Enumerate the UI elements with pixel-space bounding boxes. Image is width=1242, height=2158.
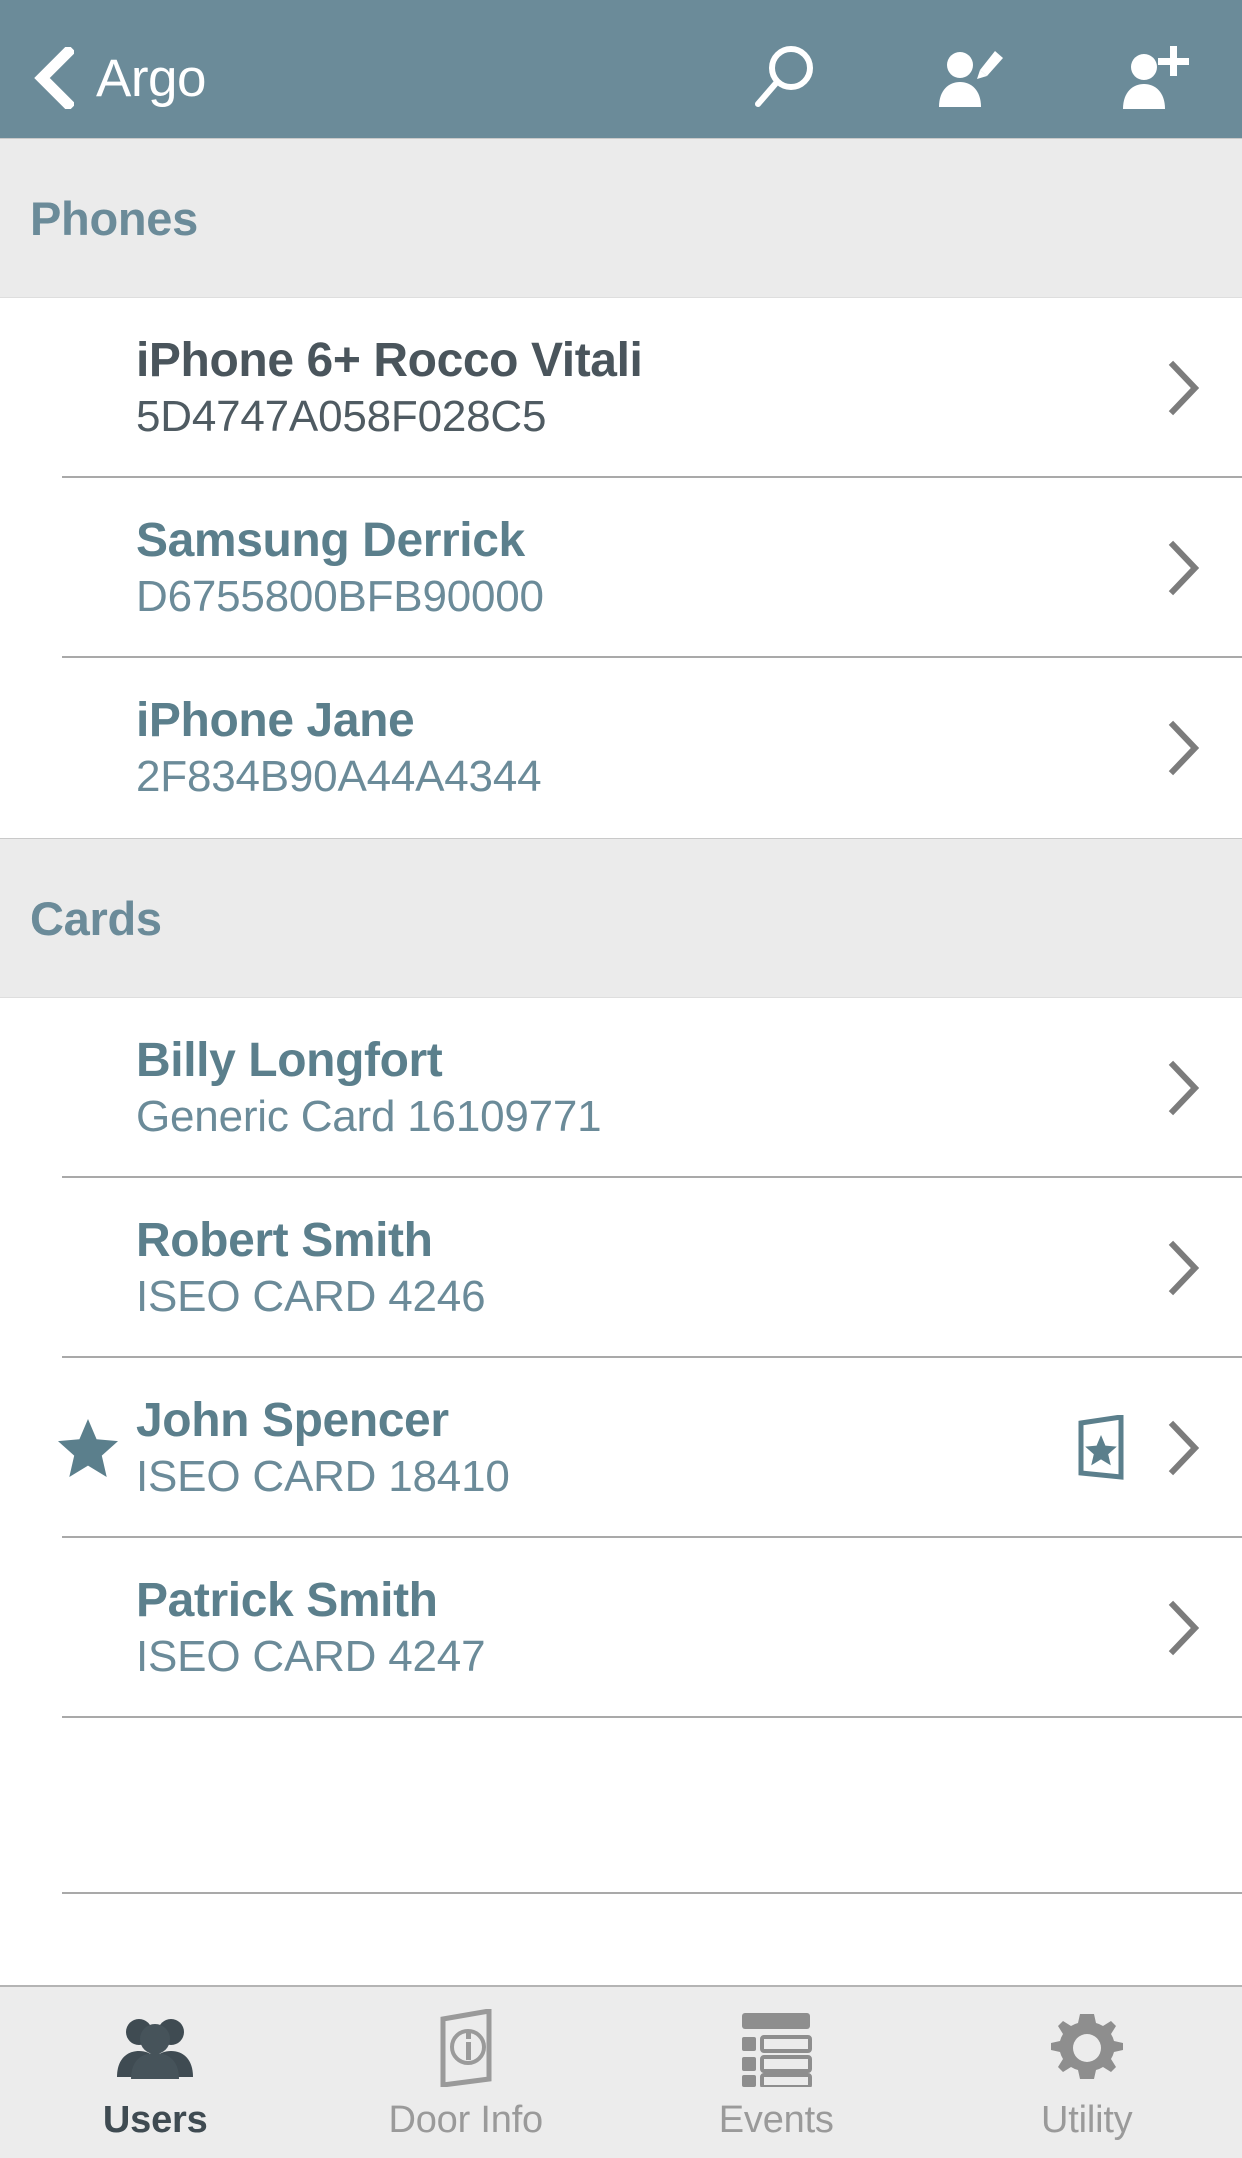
back-button[interactable]: Argo	[34, 0, 206, 138]
add-user-icon	[1123, 46, 1189, 109]
chevron-right-icon	[1168, 1060, 1200, 1116]
chevron-right-icon	[1168, 720, 1200, 776]
disclosure-button[interactable]	[1156, 353, 1212, 423]
list-item[interactable]: iPhone Jane 2F834B90A44A4344	[0, 658, 1242, 838]
row-title: iPhone 6+ Rocco Vitali	[136, 333, 643, 387]
row-subtitle: ISEO CARD 4246	[136, 1271, 486, 1321]
chevron-right-icon	[1168, 360, 1200, 416]
tab-label: Utility	[1041, 2099, 1133, 2141]
section-header-phones: Phones	[0, 138, 1242, 298]
row-text-group: iPhone Jane 2F834B90A44A4344	[136, 695, 1156, 801]
chevron-right-icon	[1168, 1420, 1200, 1476]
disclosure-button[interactable]	[1156, 713, 1212, 783]
tab-door-info[interactable]: Door Info	[311, 1987, 622, 2158]
row-subtitle: ISEO CARD 4247	[136, 1631, 486, 1681]
list-item[interactable]: Robert Smith ISEO CARD 4246	[0, 1178, 1242, 1358]
row-accessories	[1156, 1593, 1212, 1663]
edit-user-button[interactable]	[930, 40, 1006, 116]
row-text-group: iPhone 6+ Rocco Vitali 5D4747A058F028C5	[136, 335, 1156, 441]
navbar-actions	[746, 22, 1208, 116]
disclosure-button[interactable]	[1156, 1233, 1212, 1303]
list-item[interactable]: Samsung Derrick D6755800BFB90000	[0, 478, 1242, 658]
edit-user-icon	[939, 51, 1003, 107]
users-icon	[115, 2011, 195, 2085]
row-title: Patrick Smith	[136, 1573, 438, 1627]
section-title: Cards	[30, 891, 162, 945]
section-title: Phones	[30, 191, 198, 245]
list-item[interactable]: Billy Longfort Generic Card 16109771	[0, 998, 1242, 1178]
list-item-placeholder	[0, 1718, 1242, 1894]
disclosure-button[interactable]	[1156, 533, 1212, 603]
chevron-right-icon	[1168, 1240, 1200, 1296]
row-accessories	[1156, 1233, 1212, 1303]
row-accessories	[1156, 1053, 1212, 1123]
back-button-label: Argo	[96, 48, 206, 108]
disclosure-button[interactable]	[1156, 1053, 1212, 1123]
tab-label: Events	[718, 2099, 834, 2141]
list-item[interactable]: John Spencer ISEO CARD 18410	[0, 1358, 1242, 1538]
chevron-right-icon	[1168, 540, 1200, 596]
row-subtitle: 5D4747A058F028C5	[136, 391, 547, 441]
row-subtitle: Generic Card 16109771	[136, 1091, 602, 1141]
disclosure-button[interactable]	[1156, 1413, 1212, 1483]
tab-users[interactable]: Users	[0, 1987, 311, 2158]
events-list-icon	[738, 2011, 814, 2087]
add-user-button[interactable]	[1114, 40, 1190, 116]
disclosure-button[interactable]	[1156, 1593, 1212, 1663]
row-text-group: John Spencer ISEO CARD 18410	[136, 1395, 1072, 1501]
row-accessories	[1156, 713, 1212, 783]
row-title: iPhone Jane	[136, 693, 415, 747]
row-separator	[62, 1892, 1242, 1894]
row-accessories	[1156, 533, 1212, 603]
door-star-badge	[1072, 1413, 1130, 1483]
row-text-group: Robert Smith ISEO CARD 4246	[136, 1215, 1156, 1321]
navigation-bar: Argo	[0, 0, 1242, 138]
row-title: Samsung Derrick	[136, 513, 525, 567]
list-item[interactable]: iPhone 6+ Rocco Vitali 5D4747A058F028C5	[0, 298, 1242, 478]
row-text-group: Samsung Derrick D6755800BFB90000	[136, 515, 1156, 621]
row-text-group: Patrick Smith ISEO CARD 4247	[136, 1575, 1156, 1681]
tab-utility[interactable]: Utility	[932, 1987, 1242, 2158]
content-scroll-area[interactable]: Phones iPhone 6+ Rocco Vitali 5D4747A058…	[0, 138, 1242, 1985]
door-info-icon	[435, 2009, 497, 2087]
tab-bar: Users Door Info Events Utility	[0, 1985, 1242, 2158]
row-title: Robert Smith	[136, 1213, 433, 1267]
tab-label: Door Info	[388, 2099, 543, 2141]
favorite-star-button[interactable]	[56, 1416, 120, 1480]
gear-icon	[1049, 2011, 1125, 2085]
star-icon	[58, 1419, 118, 1477]
row-title: John Spencer	[136, 1393, 449, 1447]
app-screen: Argo Phones iPhone 6+ Rocco Vitali 5D474…	[0, 0, 1242, 2158]
search-icon	[755, 46, 813, 107]
row-accessories	[1156, 353, 1212, 423]
row-title: Billy Longfort	[136, 1033, 443, 1087]
row-subtitle: D6755800BFB90000	[136, 571, 544, 621]
row-subtitle: 2F834B90A44A4344	[136, 751, 542, 801]
row-text-group: Billy Longfort Generic Card 16109771	[136, 1035, 1156, 1141]
section-header-cards: Cards	[0, 838, 1242, 998]
tab-label: Users	[102, 2099, 208, 2141]
chevron-right-icon	[1168, 1600, 1200, 1656]
row-accessories	[1072, 1413, 1212, 1483]
search-button[interactable]	[746, 40, 822, 116]
tab-events[interactable]: Events	[621, 1987, 932, 2158]
door-star-badge-icon	[1078, 1415, 1124, 1480]
row-subtitle: ISEO CARD 18410	[136, 1451, 510, 1501]
chevron-left-icon	[34, 47, 74, 109]
list-item[interactable]: Patrick Smith ISEO CARD 4247	[0, 1538, 1242, 1718]
